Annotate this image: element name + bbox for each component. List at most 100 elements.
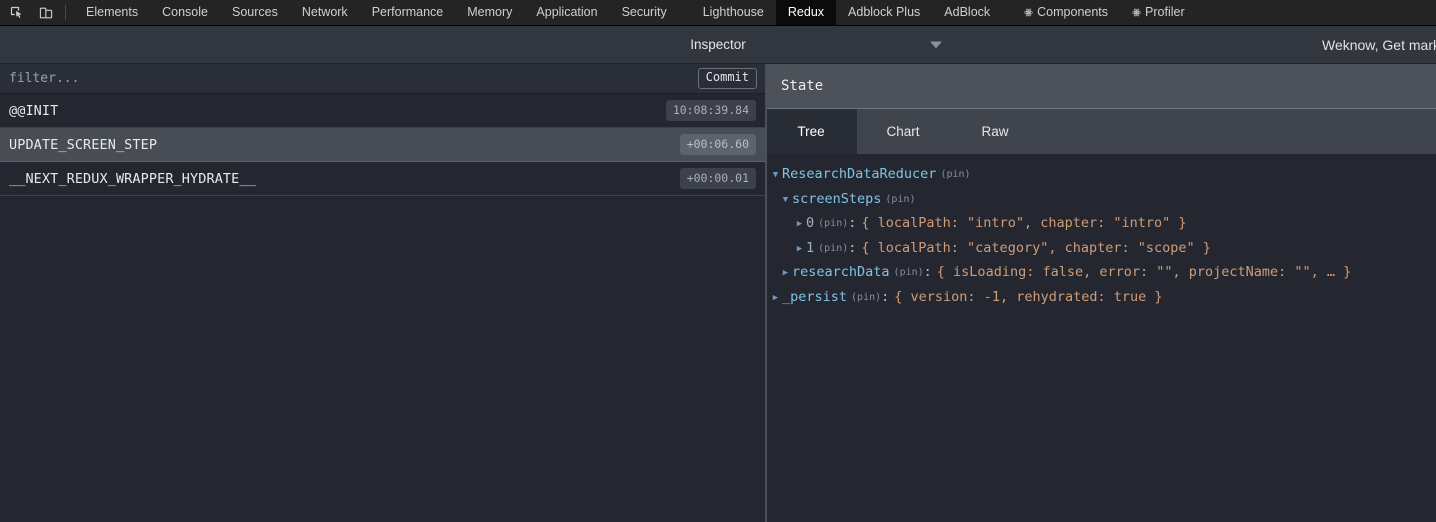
tab-label: Application	[536, 5, 598, 19]
tab-application[interactable]: Application	[524, 0, 609, 25]
tab-adblock[interactable]: AdBlock	[932, 0, 1012, 25]
tab-profiler[interactable]: Profiler	[1120, 0, 1197, 25]
tree-node-researchdatareducer[interactable]: ResearchDataReducer (pin)	[769, 163, 1436, 188]
inspector-header-bar: Inspector Weknow, Get mark	[0, 26, 1436, 64]
react-atom-icon	[1024, 8, 1033, 17]
tab-label: Elements	[86, 5, 139, 19]
tab-label: Redux	[787, 5, 825, 19]
tab-label: Console	[162, 5, 208, 19]
tree-node-key: _persist	[782, 288, 848, 305]
react-atom-icon	[1132, 8, 1141, 17]
pin-label[interactable]: (pin)	[818, 237, 848, 261]
commit-button[interactable]: Commit	[697, 68, 757, 89]
tab-components[interactable]: Components	[1012, 0, 1120, 25]
tab-chart[interactable]: Chart	[857, 109, 949, 154]
toolbar-divider	[65, 5, 66, 20]
main-split: Commit @@INIT 10:08:39.84 UPDATE_SCREEN_…	[0, 64, 1436, 522]
tree-node-colon: :	[848, 239, 857, 256]
action-list-pane: Commit @@INIT 10:08:39.84 UPDATE_SCREEN_…	[0, 64, 765, 522]
tab-label: Sources	[231, 5, 278, 19]
filter-input[interactable]	[9, 71, 698, 86]
tab-label: AdBlock	[944, 5, 991, 19]
devtools-panel-tabs: Elements Console Sources Network Perform…	[74, 0, 1197, 25]
tree-node-persist[interactable]: _persist (pin) : { version: -1, rehydrat…	[769, 286, 1436, 311]
action-timestamp: 10:08:39.84	[665, 100, 756, 121]
tree-node-preview: { localPath: "category", chapter: "scope…	[861, 239, 1211, 256]
pin-label[interactable]: (pin)	[851, 286, 881, 310]
tab-label: Components	[1037, 5, 1109, 19]
tree-node-preview: { isLoading: false, error: "", projectNa…	[936, 264, 1352, 280]
tab-memory[interactable]: Memory	[455, 0, 524, 25]
tree-node-preview: { version: -1, rehydrated: true }	[894, 288, 1163, 305]
devtools-tool-icons	[0, 0, 59, 25]
tab-security[interactable]: Security	[610, 0, 691, 25]
tree-expand-arrow[interactable]	[769, 287, 782, 311]
tab-console[interactable]: Console	[150, 0, 220, 25]
pin-label[interactable]: (pin)	[940, 163, 970, 187]
pin-label[interactable]: (pin)	[894, 261, 924, 285]
tab-label: Security	[621, 5, 667, 19]
tree-expand-arrow[interactable]	[793, 238, 806, 262]
pane-splitter[interactable]	[765, 64, 767, 522]
tab-adblock-plus[interactable]: Adblock Plus	[836, 0, 932, 25]
state-header: State	[765, 64, 1436, 109]
action-row-next-redux-wrapper-hydrate[interactable]: __NEXT_REDUX_WRAPPER_HYDRATE__ +00:00.01	[0, 162, 765, 196]
action-timestamp: +00:06.60	[679, 134, 756, 155]
tree-node-key: 0	[806, 215, 815, 231]
tree-node-colon: :	[848, 215, 857, 231]
inspect-element-icon[interactable]	[6, 3, 28, 23]
tab-raw[interactable]: Raw	[949, 109, 1041, 154]
tree-node-screensteps-0[interactable]: 0 (pin) : { localPath: "intro", chapter:…	[769, 212, 1436, 237]
tree-expand-arrow[interactable]	[793, 213, 806, 237]
tab-performance[interactable]: Performance	[360, 0, 456, 25]
action-timestamp: +00:00.01	[679, 168, 756, 189]
tree-node-key: ResearchDataReducer	[782, 166, 937, 182]
chevron-down-icon[interactable]	[930, 41, 942, 48]
tree-node-colon: :	[881, 288, 890, 305]
pin-label[interactable]: (pin)	[885, 188, 915, 212]
tab-lighthouse[interactable]: Lighthouse	[691, 0, 776, 25]
pin-label[interactable]: (pin)	[818, 212, 848, 236]
tree-node-key: 1	[806, 239, 815, 256]
tab-label: Chart	[886, 124, 920, 139]
state-pane: State Tree Chart Raw ResearchDataReducer…	[765, 64, 1436, 522]
state-tabs: Tree Chart Raw	[765, 109, 1436, 154]
tab-elements[interactable]: Elements	[74, 0, 150, 25]
tree-expand-arrow[interactable]	[769, 164, 782, 188]
action-name: UPDATE_SCREEN_STEP	[9, 136, 158, 153]
device-toolbar-icon[interactable]	[35, 3, 57, 23]
redux-devtools-window: Elements Console Sources Network Perform…	[0, 0, 1436, 522]
tab-label: Lighthouse	[702, 5, 764, 19]
tree-node-key: researchData	[792, 264, 890, 280]
tree-expand-arrow[interactable]	[779, 189, 792, 213]
tree-node-colon: :	[923, 264, 932, 280]
tree-expand-arrow[interactable]	[779, 262, 792, 286]
filter-bar: Commit	[0, 64, 765, 94]
tree-node-key: screenSteps	[792, 190, 882, 207]
tree-node-preview: { localPath: "intro", chapter: "intro" }	[861, 215, 1187, 231]
tab-sources[interactable]: Sources	[220, 0, 290, 25]
action-row-init[interactable]: @@INIT 10:08:39.84	[0, 94, 765, 128]
tab-tree[interactable]: Tree	[765, 109, 857, 154]
tree-node-researchdata[interactable]: researchData (pin) : { isLoading: false,…	[769, 261, 1436, 286]
tab-label: Network	[301, 5, 348, 19]
state-header-label: State	[781, 78, 824, 94]
page-title: Inspector	[690, 37, 746, 52]
tab-label: Performance	[371, 5, 444, 19]
tree-node-screensteps-1[interactable]: 1 (pin) : { localPath: "category", chapt…	[769, 237, 1436, 262]
tree-node-screensteps[interactable]: screenSteps (pin)	[769, 188, 1436, 213]
tab-label: Memory	[467, 5, 513, 19]
action-row-update-screen-step[interactable]: UPDATE_SCREEN_STEP +00:06.60	[0, 128, 765, 162]
tab-label: Tree	[797, 124, 825, 139]
tab-label: Adblock Plus	[848, 5, 921, 19]
state-tree: ResearchDataReducer (pin) screenSteps (p…	[765, 154, 1436, 522]
tab-redux[interactable]: Redux	[775, 0, 837, 25]
tab-label: Profiler	[1145, 5, 1185, 19]
action-name: @@INIT	[9, 102, 59, 119]
inspector-right-text: Weknow, Get mark	[1322, 26, 1436, 63]
tab-network[interactable]: Network	[290, 0, 360, 25]
inspector-right-label: Weknow, Get mark	[1321, 36, 1436, 53]
action-name: __NEXT_REDUX_WRAPPER_HYDRATE__	[9, 170, 256, 187]
action-list: @@INIT 10:08:39.84 UPDATE_SCREEN_STEP +0…	[0, 94, 765, 522]
tab-label: Raw	[981, 124, 1009, 139]
